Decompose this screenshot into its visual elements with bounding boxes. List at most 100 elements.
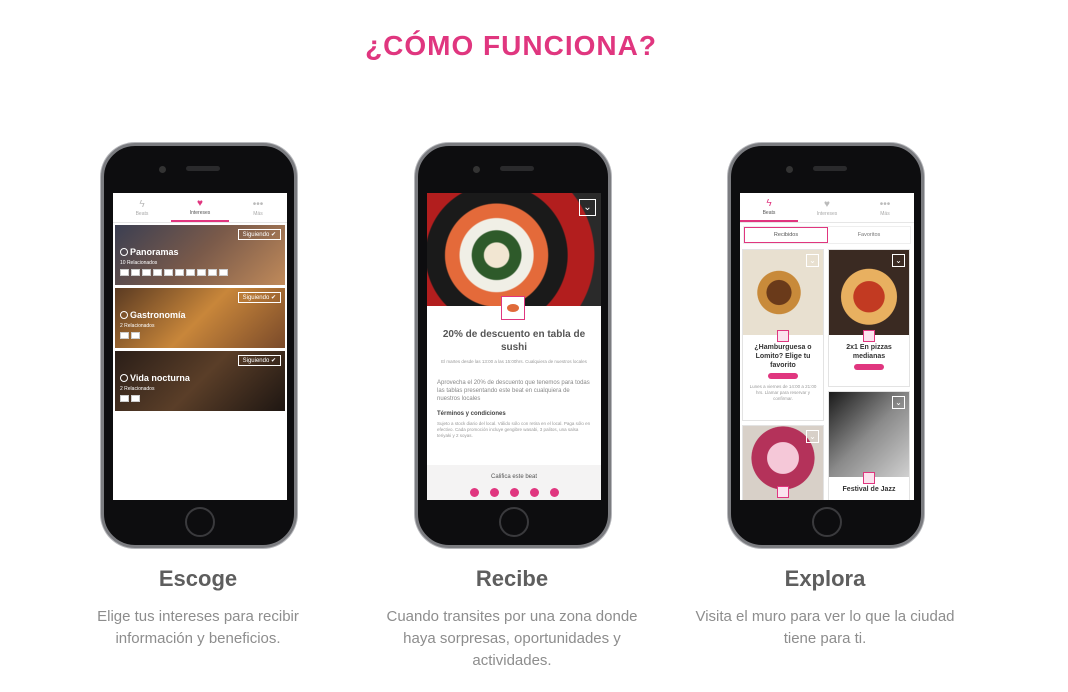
interest-card-vida-nocturna[interactable]: Siguiendo ✔ Vida nocturna 2 Relacionados bbox=[115, 351, 285, 411]
step-explora: Explora Visita el muro para ver lo que l… bbox=[685, 566, 965, 650]
rating-bar: Califica este beat bbox=[427, 465, 601, 500]
rating-option[interactable] bbox=[549, 488, 559, 497]
heart-icon: ♥ bbox=[197, 197, 203, 209]
beats-grid: ⌄ ¿Hamburguesa o Lomito? Elige tu favori… bbox=[740, 247, 914, 500]
category-badge bbox=[863, 330, 875, 342]
more-dots-icon: ••• bbox=[879, 198, 891, 210]
tile-pill bbox=[854, 364, 884, 370]
phone-mockup-escoge: ϟ Beats ♥ Intereses ••• Más Siguiendo ✔ Pan… bbox=[101, 143, 297, 548]
tab-label: Más bbox=[253, 210, 263, 217]
tab-intereses[interactable]: ♥ Intereses bbox=[798, 193, 856, 222]
terms-text: Sujeto a stock diario del local. Válido … bbox=[437, 421, 591, 438]
bolt-icon: ϟ bbox=[766, 197, 772, 209]
screen-wall: ϟ Beats ♥ Intereses ••• Más Recibidos Favor… bbox=[740, 193, 914, 500]
camera-icon bbox=[473, 166, 480, 173]
segment-recibidos[interactable]: Recibidos bbox=[744, 227, 828, 243]
app-tab-bar: ϟ Beats ♥ Intereses ••• Más bbox=[113, 193, 287, 223]
offer-schedule: El martes desde las 13:00 a las 15:00hrs… bbox=[441, 359, 587, 364]
chevron-down-icon[interactable]: ⌄ bbox=[806, 254, 819, 267]
app-tab-bar: ϟ Beats ♥ Intereses ••• Más bbox=[740, 193, 914, 223]
category-badge bbox=[501, 296, 525, 320]
home-button-icon bbox=[185, 507, 215, 537]
phone-mockup-recibe: ⌄ 20% de descuento en tabla de sushi El … bbox=[415, 143, 611, 548]
interest-name: Gastronomía bbox=[120, 310, 186, 320]
rating-options bbox=[427, 488, 601, 497]
interest-count: 2 Relacionados bbox=[120, 323, 155, 329]
interest-count: 10 Relacionados bbox=[120, 260, 158, 266]
step-title: Explora bbox=[784, 566, 866, 591]
screen-beat-detail: ⌄ 20% de descuento en tabla de sushi El … bbox=[427, 193, 601, 500]
segment-favoritos[interactable]: Favoritos bbox=[828, 227, 910, 243]
beat-tile[interactable]: ⌄ ¿Hamburguesa o Lomito? Elige tu favori… bbox=[742, 249, 824, 421]
speaker-icon bbox=[186, 166, 220, 171]
brand-logos bbox=[120, 395, 140, 402]
chevron-down-icon[interactable]: ⌄ bbox=[892, 396, 905, 409]
tile-image: ⌄ bbox=[829, 392, 909, 477]
chevron-down-icon[interactable]: ⌄ bbox=[806, 430, 819, 443]
interest-card-gastronomia[interactable]: Siguiendo ✔ Gastronomía 2 Relacionados bbox=[115, 288, 285, 348]
follow-button[interactable]: Siguiendo ✔ bbox=[237, 355, 281, 366]
step-recibe: Recibe Cuando transites por una zona don… bbox=[372, 566, 652, 672]
tile-image: ⌄ bbox=[743, 250, 823, 335]
step-description: Cuando transites por una zona donde haya… bbox=[386, 608, 638, 669]
bolt-icon: ϟ bbox=[139, 198, 145, 210]
tab-mas[interactable]: ••• Más bbox=[856, 193, 914, 222]
how-it-works-section: ¿CÓMO FUNCIONA? ϟ Beats ♥ Intereses ••• Más… bbox=[0, 0, 1068, 692]
tab-intereses[interactable]: ♥ Intereses bbox=[171, 193, 229, 222]
heart-icon: ♥ bbox=[824, 198, 830, 210]
offer-image: ⌄ bbox=[427, 193, 601, 306]
speaker-icon bbox=[813, 166, 847, 171]
cocktail-icon bbox=[120, 374, 128, 382]
interest-card-panoramas[interactable]: Siguiendo ✔ Panoramas 10 Relacionados bbox=[115, 225, 285, 285]
interest-count: 2 Relacionados bbox=[120, 386, 155, 392]
fork-icon bbox=[120, 311, 128, 319]
step-title: Escoge bbox=[158, 566, 238, 591]
camera-icon bbox=[159, 166, 166, 173]
tab-label: Beats bbox=[135, 210, 149, 217]
brand-logos bbox=[120, 269, 228, 276]
interest-name: Panoramas bbox=[120, 247, 179, 257]
category-badge bbox=[777, 486, 789, 498]
tab-label: Intereses bbox=[189, 209, 211, 216]
rating-option[interactable] bbox=[489, 488, 499, 497]
brand-logos bbox=[120, 332, 140, 339]
speaker-icon bbox=[500, 166, 534, 171]
tab-label: Más bbox=[880, 210, 890, 217]
step-description: Elige tus intereses para recibir informa… bbox=[97, 608, 299, 647]
step-description: Visita el muro para ver lo que la ciudad… bbox=[695, 608, 955, 647]
step-escoge: Escoge Elige tus intereses para recibir … bbox=[58, 566, 338, 650]
terms-title: Términos y condiciones bbox=[437, 411, 506, 417]
phone-mockup-explora: ϟ Beats ♥ Intereses ••• Más Recibidos Favor… bbox=[728, 143, 924, 548]
tab-mas[interactable]: ••• Más bbox=[229, 193, 287, 222]
rating-option[interactable] bbox=[469, 488, 479, 497]
interest-name: Vida nocturna bbox=[120, 373, 190, 383]
follow-button[interactable]: Siguiendo ✔ bbox=[237, 229, 281, 240]
segment-control: Recibidos Favoritos bbox=[743, 226, 911, 244]
tab-beats[interactable]: ϟ Beats bbox=[113, 193, 171, 222]
category-badge bbox=[863, 472, 875, 484]
tab-label: Intereses bbox=[816, 210, 838, 217]
offer-description: Aprovecha el 20% de descuento que tenemo… bbox=[437, 380, 590, 402]
more-dots-icon: ••• bbox=[252, 198, 264, 210]
home-button-icon bbox=[812, 507, 842, 537]
beat-tile[interactable]: ⌄ Festival de Jazz bbox=[828, 391, 910, 500]
chevron-down-icon[interactable]: ⌄ bbox=[579, 199, 596, 216]
category-badge bbox=[777, 330, 789, 342]
rating-option[interactable] bbox=[529, 488, 539, 497]
section-title: ¿CÓMO FUNCIONA? bbox=[365, 30, 657, 61]
chevron-down-icon[interactable]: ⌄ bbox=[892, 254, 905, 267]
tile-description: Lunes a viernes de 14:00 a 21:00 hrs. Ll… bbox=[749, 384, 817, 401]
compass-icon bbox=[120, 248, 128, 256]
tab-label: Beats bbox=[762, 209, 776, 216]
rating-option[interactable] bbox=[509, 488, 519, 497]
eye-icon bbox=[507, 304, 519, 312]
rate-label: Califica este beat bbox=[490, 474, 538, 480]
tab-beats[interactable]: ϟ Beats bbox=[740, 193, 798, 222]
follow-button[interactable]: Siguiendo ✔ bbox=[237, 292, 281, 303]
home-button-icon bbox=[499, 507, 529, 537]
beat-tile[interactable]: ⌄ 2x1 En pizzas medianas bbox=[828, 249, 910, 387]
screen-interests: ϟ Beats ♥ Intereses ••• Más Siguiendo ✔ Pan… bbox=[113, 193, 287, 500]
step-title: Recibe bbox=[475, 566, 549, 591]
camera-icon bbox=[786, 166, 793, 173]
beat-tile[interactable]: ⌄ bbox=[742, 425, 824, 500]
